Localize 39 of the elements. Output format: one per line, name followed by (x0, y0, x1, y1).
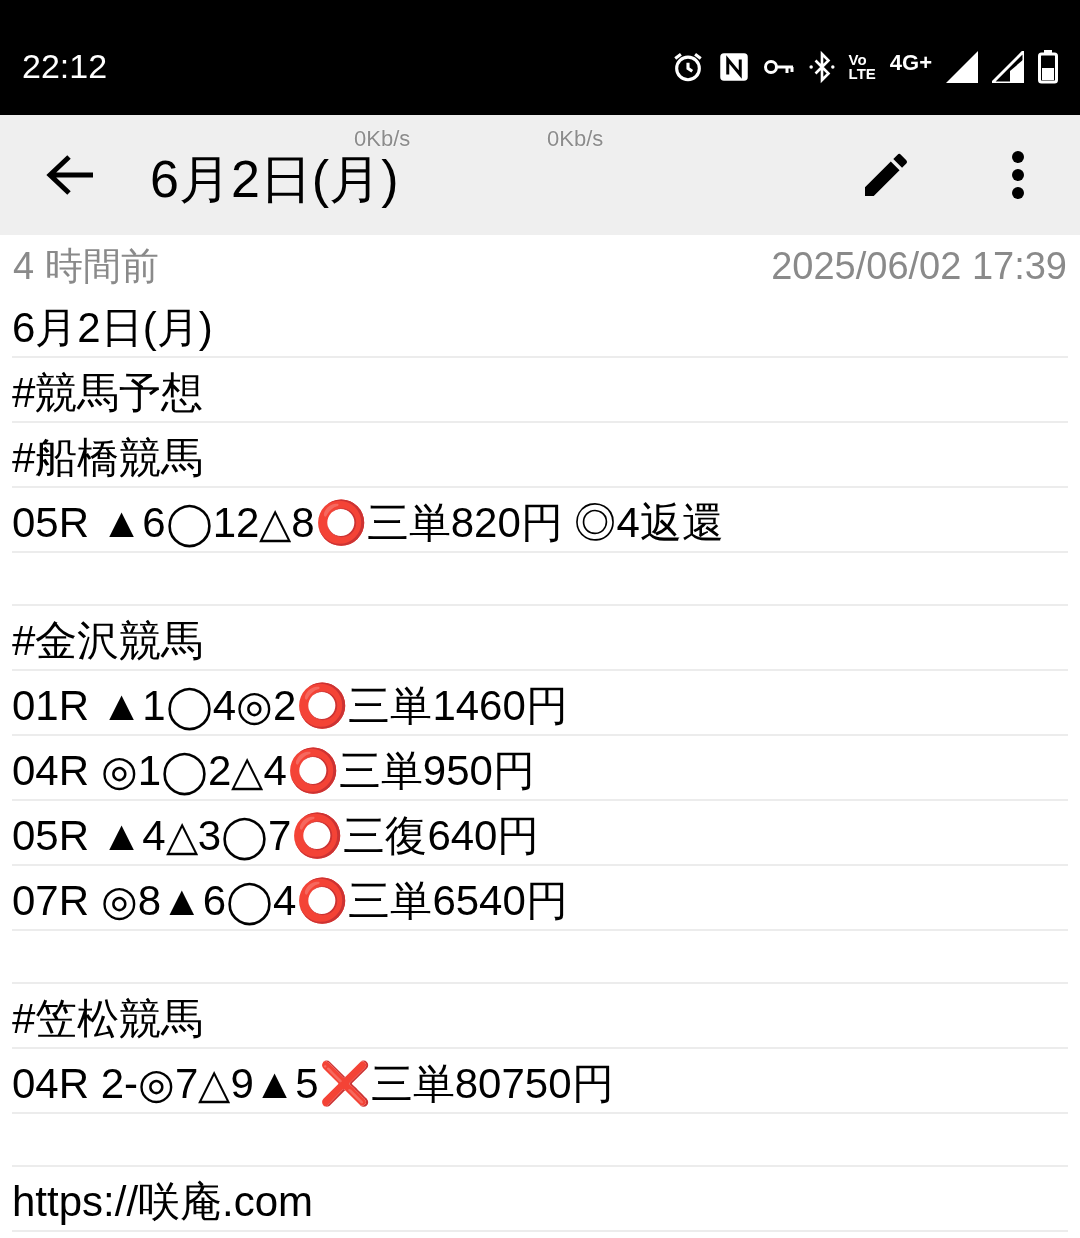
note-text: 07R ◎8▲6◯4 (12, 876, 297, 927)
note-text: #船橋競馬 (12, 433, 204, 483)
more-vertical-icon (1011, 150, 1025, 200)
note-text: 三単820円 ◎4返還 (366, 498, 724, 548)
note-text: 三単80750円 (370, 1059, 614, 1109)
note-text: 01R ▲1◯4◎2 (12, 681, 297, 732)
result-mark: ⭕ (296, 875, 349, 927)
bluetooth-icon (808, 49, 835, 84)
note-text: #金沢競馬 (12, 616, 204, 666)
note-text: 三単6540円 (348, 876, 568, 926)
note-text: 三復640円 (343, 811, 540, 861)
note-text: 05R ▲6◯12△8 (12, 498, 315, 549)
timestamp-text: 2025/06/02 17:39 (771, 243, 1067, 289)
battery-icon (1038, 49, 1058, 84)
signal-icon (992, 50, 1024, 83)
note-text: 04R ◎1◯2△4 (12, 746, 287, 797)
note-text: 6月2日(月) (12, 303, 213, 353)
note-text: 05R ▲4△3◯7 (12, 811, 292, 862)
note-text: 04R 2-◎7△9▲5 (12, 1059, 319, 1109)
nfc-icon (718, 51, 749, 82)
relative-time-text: 4 時間前 (13, 243, 159, 289)
result-mark: ⭕ (291, 810, 344, 862)
note-text: #笠松競馬 (12, 994, 204, 1044)
note-text: #競馬予想 (12, 368, 204, 418)
back-arrow-icon (45, 153, 95, 197)
volte-label: LTE (848, 66, 876, 81)
result-mark: ⭕ (314, 497, 367, 549)
clock-text: 22:12 (22, 46, 108, 87)
note-text: 三単1460円 (348, 681, 568, 731)
result-mark: ❌ (318, 1058, 371, 1110)
signal-icon (946, 50, 978, 83)
volte-label: Vo (848, 52, 868, 67)
network-speed-text: 0Kb/s (354, 128, 411, 150)
network-type-label: 4G+ (889, 48, 932, 77)
result-mark: ⭕ (296, 680, 349, 732)
result-mark: ⭕ (286, 745, 339, 797)
note-text: 三単950円 (338, 746, 535, 796)
note-text: https://咲庵.com (12, 1177, 314, 1227)
network-speed-text: 0Kb/s (547, 128, 604, 150)
